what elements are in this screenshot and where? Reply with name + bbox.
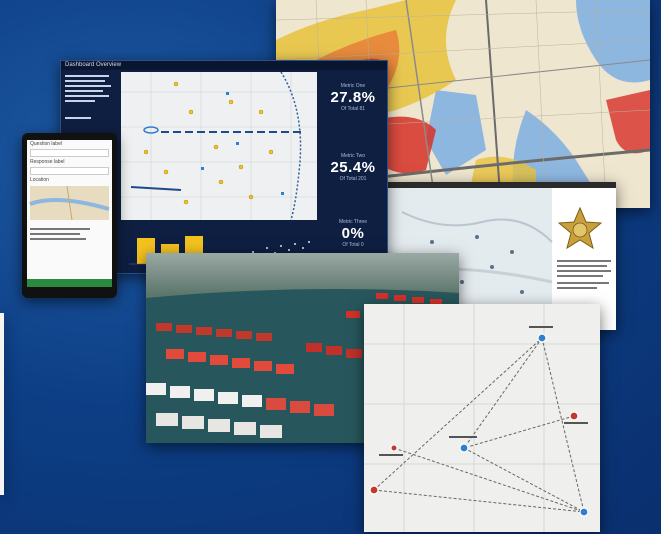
phone-screen: Question label Response label Location <box>27 140 112 287</box>
phone-submit-bar <box>27 279 112 287</box>
phone-field-2-label: Response label <box>30 159 65 165</box>
kpi-2-value: 25.4% <box>330 159 376 176</box>
phone-input-1 <box>30 149 109 157</box>
kpi-3: Metric Three 0% Of Total 0 <box>321 219 385 248</box>
kpi-3-value: 0% <box>341 225 365 242</box>
dashboard-map <box>121 72 317 220</box>
network-map-screenshot <box>364 304 600 532</box>
phone-input-2 <box>30 167 109 175</box>
kpi-2: Metric Two 25.4% Of Total 201 <box>321 153 385 182</box>
partial-panel-left <box>0 313 4 495</box>
kpi-2-sub: Of Total 201 <box>339 176 367 182</box>
mobile-phone-screenshot: Question label Response label Location <box>22 133 117 298</box>
phone-field-3-label: Location <box>30 177 49 183</box>
dashboard-title: Dashboard Overview <box>61 61 387 70</box>
phone-field-1-label: Question label <box>30 141 62 147</box>
phone-map <box>29 185 110 221</box>
kpi-1-value: 27.8% <box>330 89 376 106</box>
kpi-1-sub: Of Total 81 <box>340 106 366 112</box>
kpi-3-sub: Of Total 0 <box>342 242 364 248</box>
kpi-1: Metric One 27.8% Of Total 81 <box>321 83 385 112</box>
